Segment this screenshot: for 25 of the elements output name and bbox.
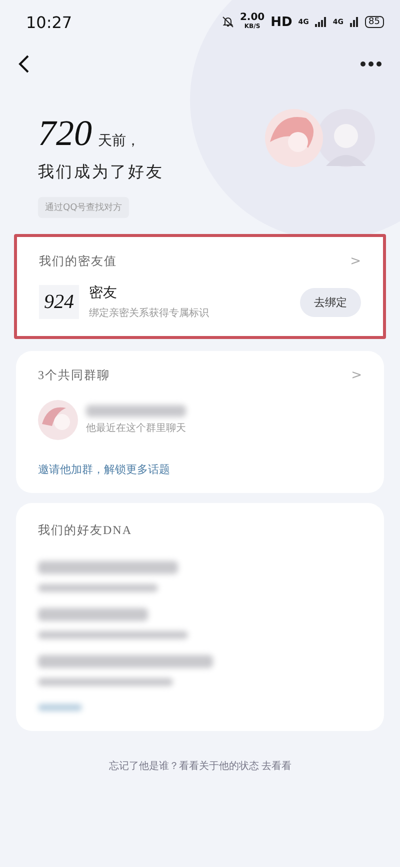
signal-icon <box>314 17 327 27</box>
invite-link[interactable]: 邀请他加群，解锁更多话题 <box>38 463 170 476</box>
back-icon[interactable] <box>18 54 30 74</box>
intimacy-score: 924 <box>39 285 79 319</box>
bind-button[interactable]: 去绑定 <box>300 288 361 316</box>
chevron-icon[interactable]: > <box>350 254 361 269</box>
days-label: 天前， <box>98 132 140 150</box>
battery-level: 85 <box>364 16 384 28</box>
days-count: 720 <box>38 112 92 154</box>
relation-hint: 绑定亲密关系获得专属标识 <box>89 306 210 320</box>
bell-off-icon <box>222 16 234 28</box>
status-time: 10:27 <box>26 12 74 32</box>
group-avatar <box>38 400 78 440</box>
footer-text: 忘记了他是谁？看看关于他的状态 去看看 <box>108 760 292 773</box>
source-tag: 通过QQ号查找对方 <box>38 197 130 218</box>
card-title: 3个共同群聊 <box>38 367 110 384</box>
card-title: 我们的密友值 <box>39 253 117 270</box>
card-title: 我们的好友DNA <box>38 523 132 537</box>
group-hint: 他最近在这个群里聊天 <box>86 422 187 435</box>
hd-label: HD <box>270 14 292 30</box>
friendship-subtitle: 我们成为了好友 <box>38 162 164 183</box>
relation-label: 密友 <box>89 284 118 302</box>
signal-icon <box>350 17 359 27</box>
more-icon[interactable] <box>360 61 382 67</box>
chevron-icon[interactable]: > <box>351 368 362 383</box>
